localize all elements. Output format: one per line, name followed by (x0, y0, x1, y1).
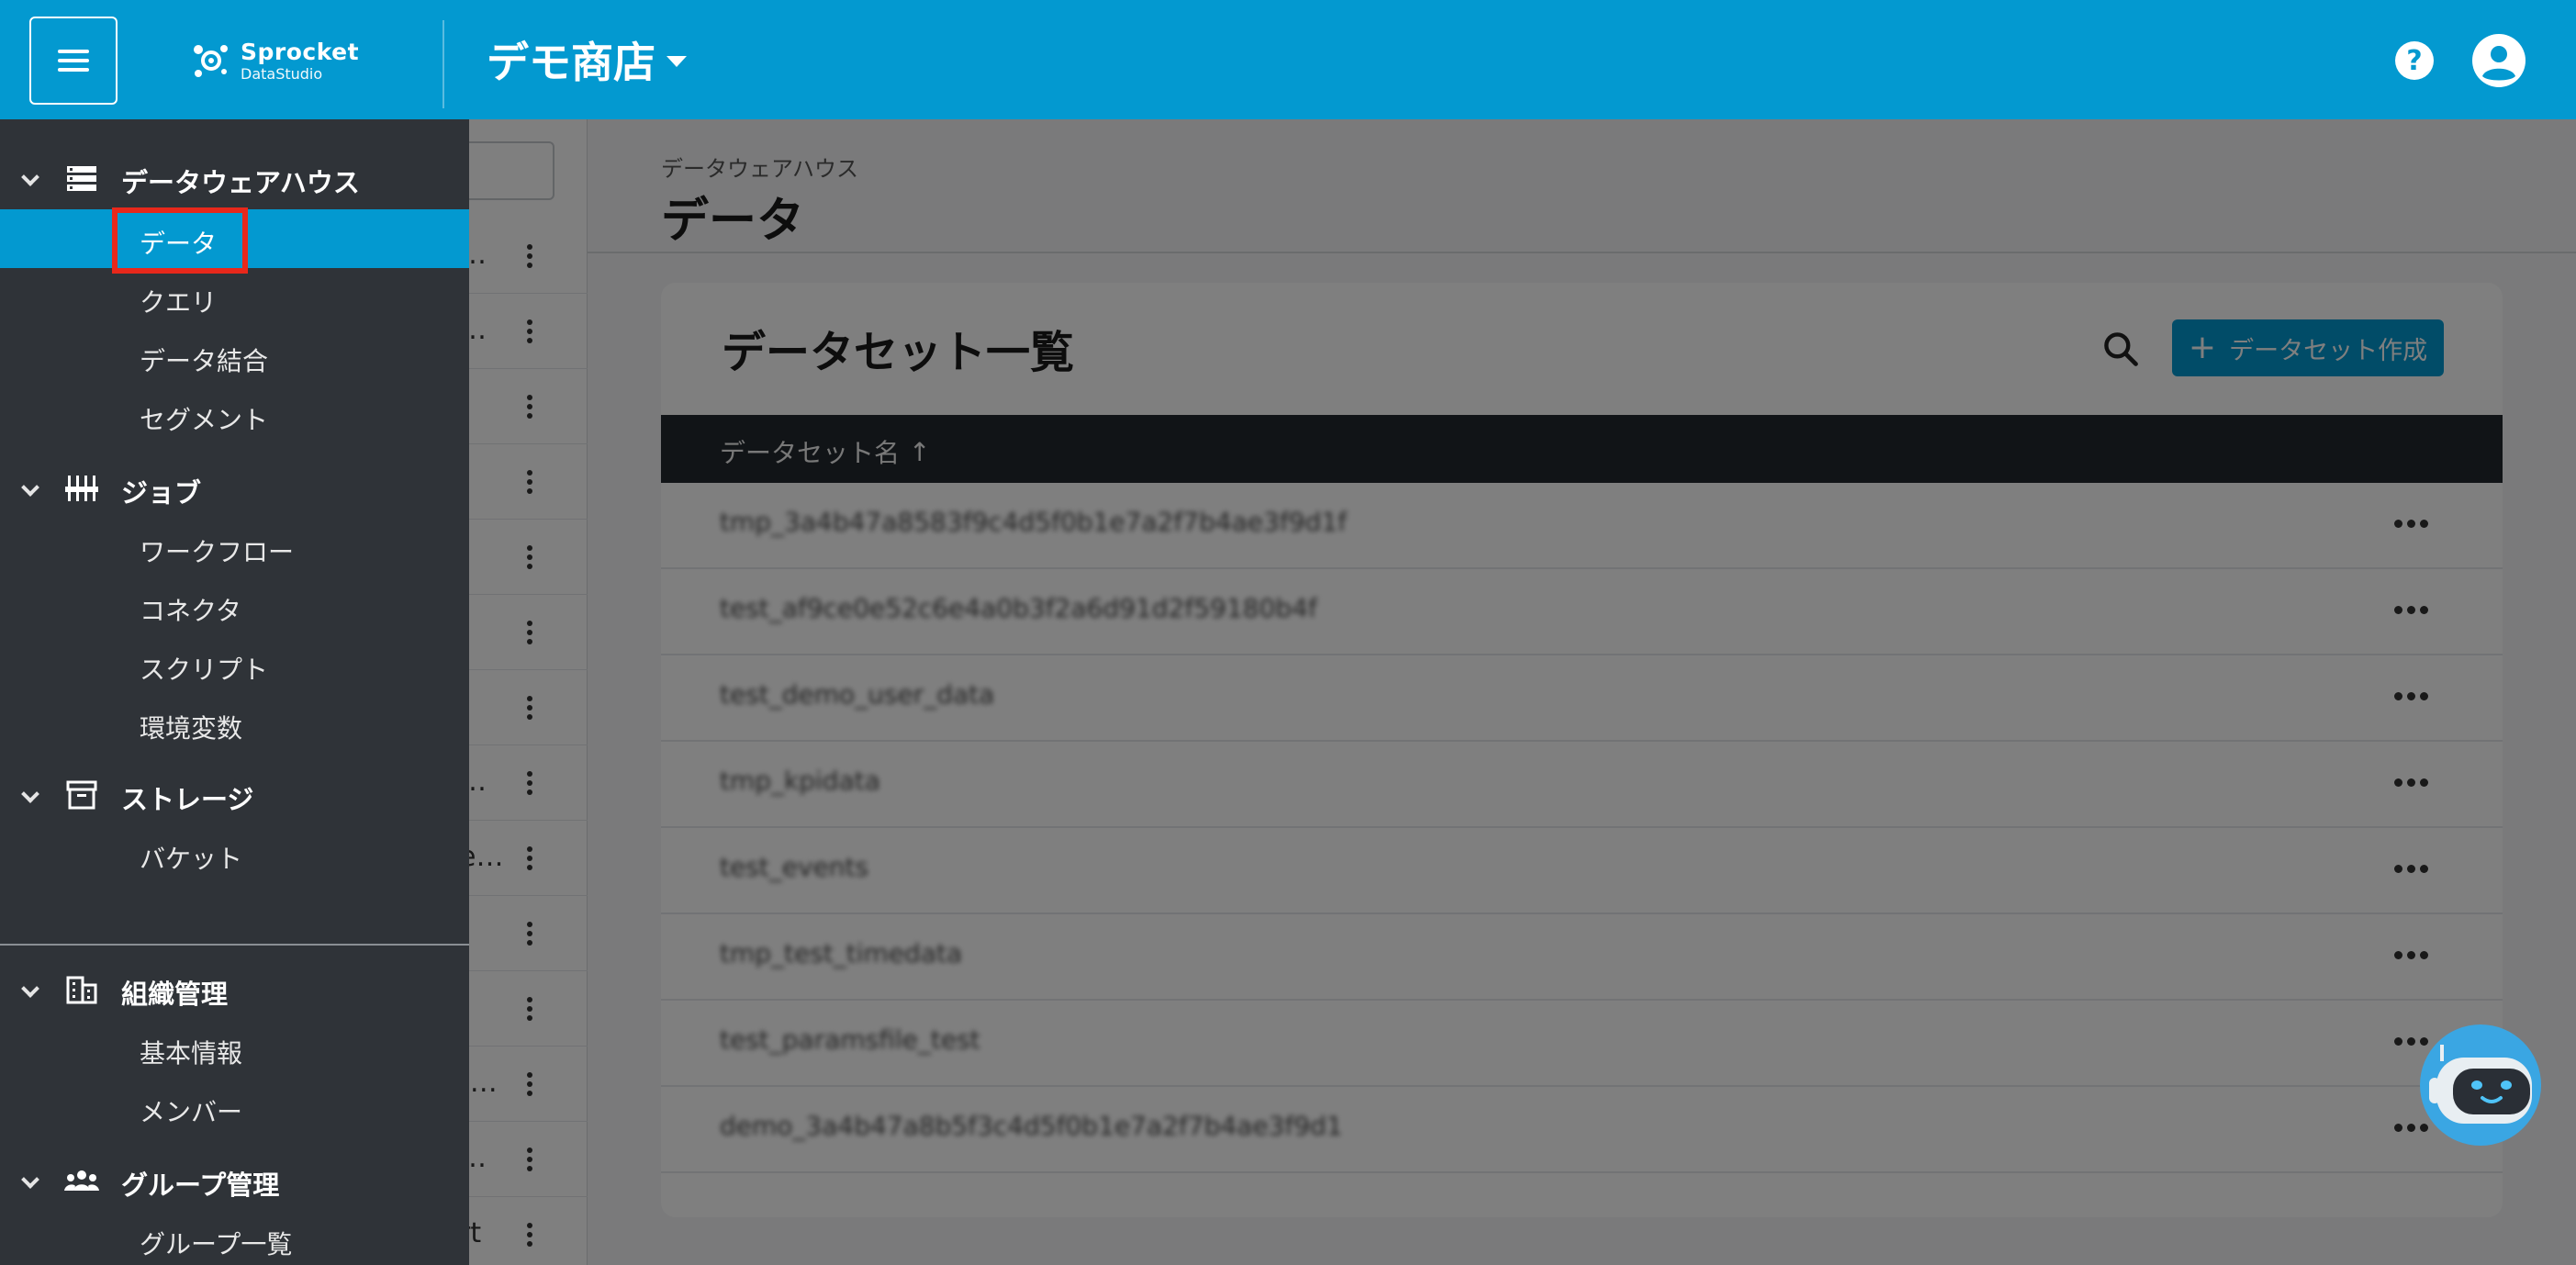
archive-box-icon (66, 780, 97, 810)
navigation-drawer: データウェアハウス データ クエリ データ結合 セグメント ジョブ ワークフロー… (0, 119, 469, 1265)
annotation-highlight-box (112, 207, 248, 274)
sidebar-item-script[interactable]: スクリプト (0, 635, 469, 694)
brand-subname: DataStudio (241, 64, 323, 83)
group-icon (64, 1170, 99, 1191)
nav-section-data-warehouse[interactable]: データウェアハウス (0, 149, 469, 207)
shop-selector-dropdown[interactable]: デモ商店 (487, 29, 687, 90)
account-icon[interactable] (2471, 33, 2526, 88)
sprocket-logo[interactable]: Sprocket DataStudio (191, 35, 359, 86)
sidebar-item-workflow[interactable]: ワークフロー (0, 518, 469, 577)
sidebar-divider (0, 944, 469, 946)
building-icon (66, 976, 97, 1004)
sprocket-logo-mark-icon (194, 45, 228, 77)
nav-section-storage[interactable]: ストレージ (0, 766, 469, 824)
sidebar-item-data-join[interactable]: データ結合 (0, 327, 469, 386)
sidebar-item-segment[interactable]: セグメント (0, 386, 469, 444)
app-header: Sprocket DataStudio デモ商店 ? (0, 0, 2576, 119)
jobs-icon (65, 476, 98, 501)
menu-icon (58, 50, 89, 72)
chevron-down-icon[interactable] (21, 980, 39, 998)
sidebar-item-connector[interactable]: コネクタ (0, 577, 469, 635)
nav-section-organization[interactable]: 組織管理 (0, 960, 469, 1019)
brand-name: Sprocket (241, 38, 360, 65)
nav-section-jobs[interactable]: ジョブ (0, 459, 469, 518)
help-icon[interactable]: ? (2395, 41, 2434, 80)
sidebar-item-basic-info[interactable]: 基本情報 (0, 1019, 469, 1078)
chevron-down-icon[interactable] (21, 168, 39, 186)
caret-down-icon (666, 56, 687, 67)
chatbot-launcher[interactable] (2420, 1024, 2541, 1146)
chevron-down-icon[interactable] (21, 785, 39, 803)
nav-section-group-management[interactable]: グループ管理 (0, 1151, 469, 1210)
sidebar-item-group-list[interactable]: グループ一覧 (0, 1210, 469, 1265)
hamburger-menu-button[interactable] (29, 17, 118, 105)
sidebar-item-env-vars[interactable]: 環境変数 (0, 694, 469, 753)
header-divider (442, 20, 444, 108)
robot-icon (2429, 1045, 2532, 1124)
sidebar-item-query[interactable]: クエリ (0, 268, 469, 327)
storage-icon (67, 166, 96, 191)
chevron-down-icon[interactable] (21, 478, 39, 497)
sidebar-item-bucket[interactable]: バケット (0, 824, 469, 883)
chevron-down-icon[interactable] (21, 1170, 39, 1189)
sidebar-item-members[interactable]: メンバー (0, 1078, 469, 1136)
